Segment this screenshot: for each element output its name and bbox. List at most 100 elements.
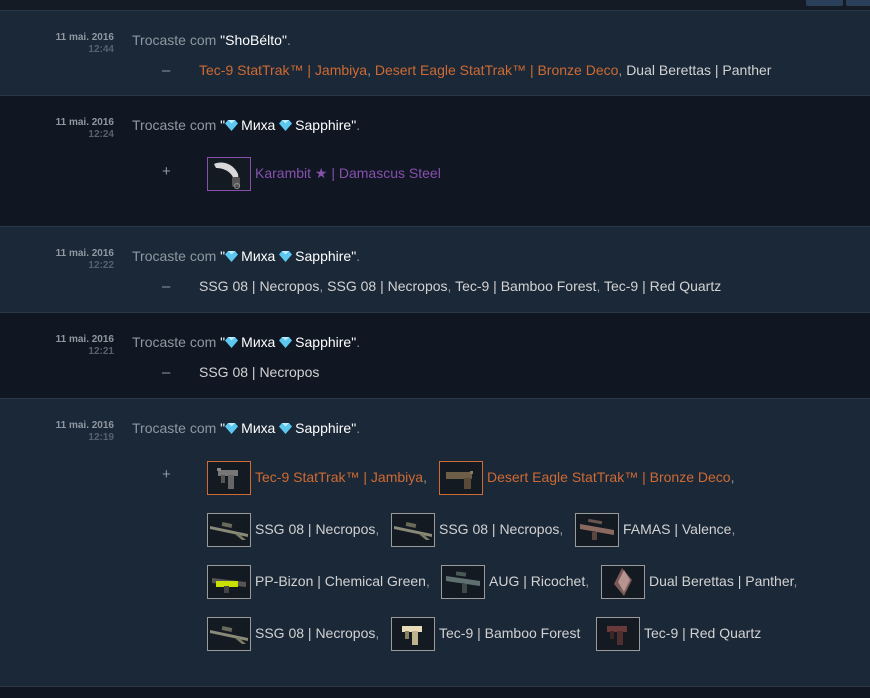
- toolbar-button[interactable]: [806, 0, 843, 6]
- diamond-icon: [279, 337, 293, 348]
- partner-name-part: Sapphire: [295, 248, 352, 264]
- trade-date: 11 mai. 2016 12:44: [56, 32, 114, 56]
- trade-description: Trocaste com " Миха Sapphire".: [132, 117, 360, 133]
- trade-prefix: Trocaste com: [132, 32, 221, 48]
- trade-suffix: .: [356, 117, 361, 133]
- partner-name[interactable]: " Миха Sapphire": [220, 117, 356, 133]
- partner-name-part: Миха: [241, 117, 276, 133]
- trade-date: 11 mai. 2016 12:21: [56, 334, 114, 358]
- diamond-icon: [225, 337, 239, 348]
- separator: ,: [319, 278, 328, 294]
- trade-row: 11 mai. 2016 12:21 Trocaste com " Миха Sa…: [0, 312, 870, 398]
- item-label: AUG | Ricochet,: [489, 573, 589, 589]
- item-link[interactable]: Desert Eagle StatTrak™ | Bronze Deco: [375, 62, 619, 78]
- deagle-icon: [439, 461, 483, 495]
- separator: ,: [596, 278, 604, 294]
- separator: ,: [425, 573, 430, 589]
- item-label-text: Tec-9 StatTrak™ | Jambiya: [255, 469, 424, 485]
- item-list: SSG 08 | Necropos: [199, 364, 319, 380]
- item-label-text: SSG 08 | Necropos: [255, 625, 376, 641]
- item-link[interactable]: SSG 08 | Necropos: [199, 364, 319, 380]
- item-list: Tec-9 StatTrak™ | Jambiya, Desert Eagle …: [199, 62, 771, 78]
- tec9-icon: [207, 461, 251, 495]
- item-label: Karambit ★ | Damascus Steel: [255, 165, 441, 181]
- item-link[interactable]: Tec-9 | Red Quartz: [604, 278, 721, 294]
- partner-name-part: Миха: [241, 334, 276, 350]
- diamond-icon: [225, 120, 239, 131]
- item-link[interactable]: Tec-9 | Bamboo Forest: [455, 278, 596, 294]
- tec9-bamboo-icon: [391, 617, 435, 651]
- trade-prefix: Trocaste com: [132, 334, 221, 350]
- separator: ,: [731, 521, 736, 537]
- trade-row-next: [0, 686, 870, 698]
- partner-name-part: Sapphire: [295, 334, 352, 350]
- trade-row: 11 mai. 2016 12:44 Trocaste com "ShoBélt…: [0, 10, 870, 95]
- diamond-icon: [279, 423, 293, 434]
- item-label: Tec-9 | Bamboo Forest: [439, 625, 580, 641]
- date-text: 11 mai. 2016: [55, 334, 114, 345]
- item-label-text: Desert Eagle StatTrak™ | Bronze Deco: [487, 469, 731, 485]
- item-link[interactable]: Tec-9 StatTrak™ | Jambiya: [199, 62, 367, 78]
- top-toolbar: [0, 0, 870, 10]
- item-link[interactable]: SSG 08 | Necropos: [327, 278, 447, 294]
- partner-name[interactable]: " Миха Sapphire": [220, 334, 356, 350]
- item-label-text: Tec-9 | Red Quartz: [644, 625, 762, 641]
- toolbar-button[interactable]: [846, 0, 870, 6]
- famas-icon: [575, 513, 619, 547]
- separator: ,: [559, 521, 564, 537]
- partner-name[interactable]: "ShoBélto": [220, 32, 287, 48]
- trade-date: 11 mai. 2016 12:22: [56, 248, 114, 272]
- separator: ,: [367, 62, 375, 78]
- partner-name[interactable]: " Миха Sapphire": [220, 248, 356, 264]
- item-link[interactable]: SSG 08 | Necropos: [199, 278, 319, 294]
- trade-prefix: Trocaste com: [132, 117, 221, 133]
- trade-row: 11 mai. 2016 12:24 Trocaste com " Миха Sa…: [0, 95, 870, 226]
- separator: ,: [447, 278, 456, 294]
- item-label-text: FAMAS | Valence: [623, 521, 732, 537]
- sniper-rifle-icon: [391, 513, 435, 547]
- item-label: SSG 08 | Necropos,: [255, 625, 379, 641]
- removed-sign: –: [162, 278, 171, 295]
- item-label: Tec-9 | Red Quartz: [644, 625, 761, 641]
- time-text: 12:21: [88, 346, 114, 357]
- item-label: Tec-9 StatTrak™ | Jambiya,: [255, 469, 427, 485]
- date-text: 11 mai. 2016: [55, 248, 114, 259]
- item-label: SSG 08 | Necropos,: [255, 521, 379, 537]
- item-label: Desert Eagle StatTrak™ | Bronze Deco,: [487, 469, 734, 485]
- date-text: 11 mai. 2016: [55, 32, 114, 43]
- time-text: 12:44: [88, 44, 114, 55]
- item-label: Dual Berettas | Panther,: [649, 573, 797, 589]
- removed-sign: –: [162, 62, 171, 79]
- item-label: FAMAS | Valence,: [623, 521, 735, 537]
- partner-name-part: Sapphire: [295, 420, 352, 436]
- trade-description: Trocaste com " Миха Sapphire".: [132, 420, 360, 436]
- trade-date: 11 mai. 2016 12:19: [56, 420, 114, 444]
- diamond-icon: [279, 251, 293, 262]
- date-text: 11 mai. 2016: [55, 420, 114, 431]
- trade-description: Trocaste com " Миха Sapphire".: [132, 334, 360, 350]
- partner-name[interactable]: " Миха Sapphire": [220, 420, 356, 436]
- time-text: 12:24: [88, 129, 114, 140]
- partner-name-part: Sapphire: [295, 117, 352, 133]
- time-text: 12:19: [88, 432, 114, 443]
- item-label: PP-Bizon | Chemical Green,: [255, 573, 430, 589]
- sniper-rifle-icon: [207, 513, 251, 547]
- item-link[interactable]: Dual Berettas | Panther: [626, 62, 771, 78]
- trade-date: 11 mai. 2016 12:24: [56, 117, 114, 141]
- item-label: SSG 08 | Necropos,: [439, 521, 563, 537]
- separator: ,: [793, 573, 798, 589]
- tec9-red-icon: [596, 617, 640, 651]
- separator: ,: [423, 469, 427, 485]
- separator: ,: [375, 521, 380, 537]
- diamond-icon: [279, 120, 293, 131]
- diamond-icon: [225, 251, 239, 262]
- added-sign: +: [162, 466, 171, 483]
- trade-suffix: .: [286, 32, 291, 48]
- dual-berettas-icon: [601, 565, 645, 599]
- karambit-icon: [207, 157, 251, 191]
- item-list: SSG 08 | Necropos, SSG 08 | Necropos, Te…: [199, 278, 721, 294]
- trade-row: 11 mai. 2016 12:19 Trocaste com " Миха Sa…: [0, 398, 870, 686]
- trade-prefix: Trocaste com: [132, 248, 221, 264]
- separator: ,: [585, 573, 590, 589]
- separator: ,: [730, 469, 735, 485]
